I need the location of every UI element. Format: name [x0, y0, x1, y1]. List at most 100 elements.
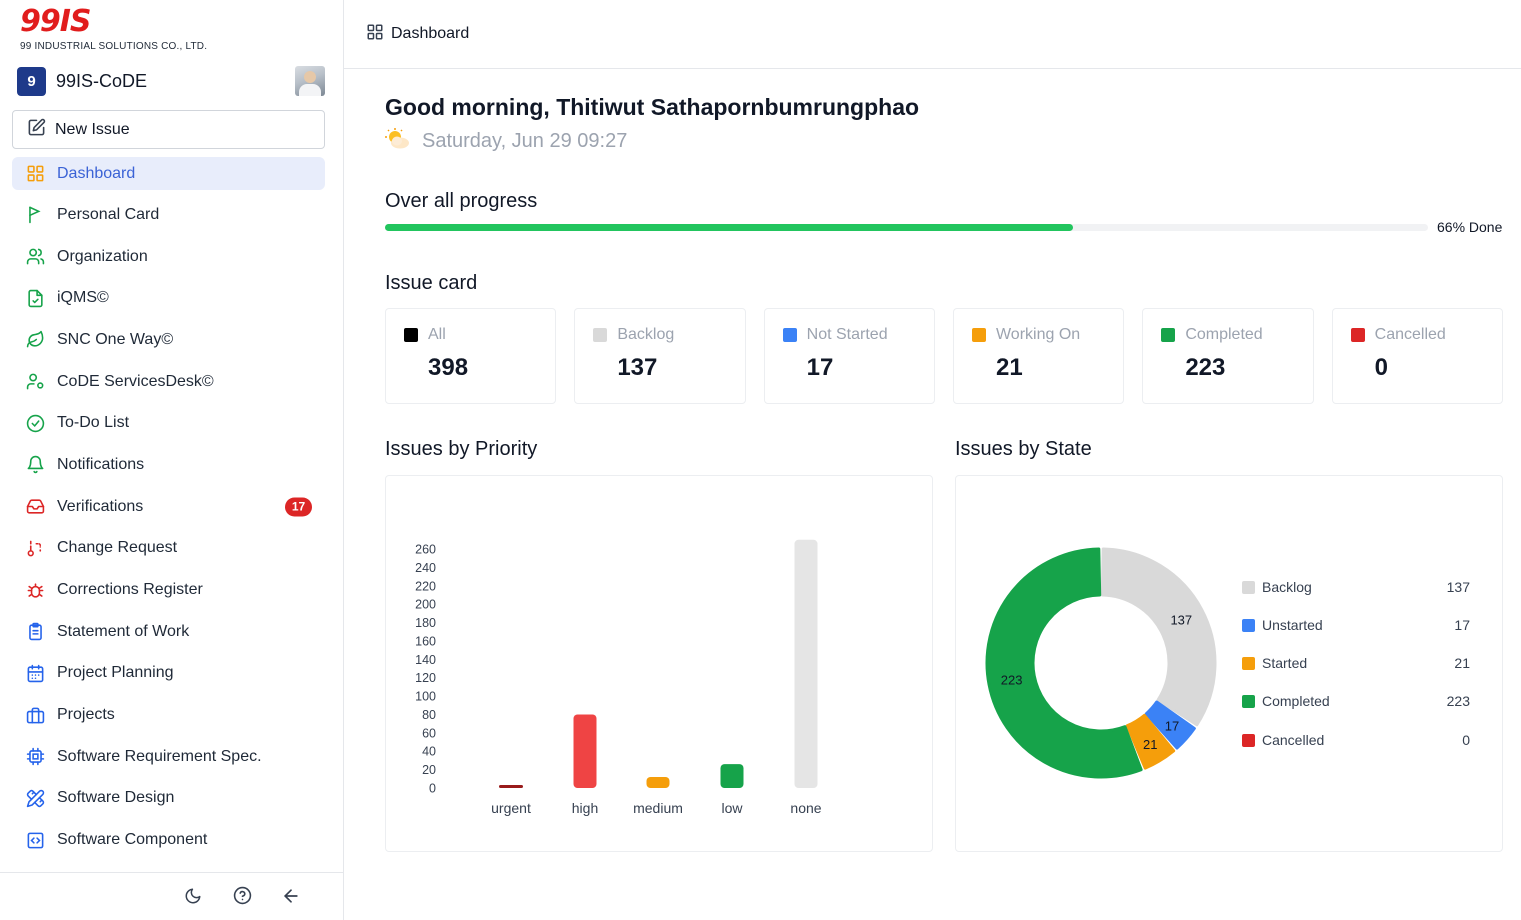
new-issue-button[interactable]: New Issue — [12, 110, 325, 149]
workspace-name: 99IS-CoDE — [56, 70, 148, 91]
sidebar-item-notifications[interactable]: Notifications — [12, 444, 325, 486]
card-count: 0 — [1374, 354, 1388, 381]
sidebar-footer — [0, 872, 343, 920]
legend-item-started[interactable]: Started 21 — [1242, 653, 1470, 673]
sidebar-item-projects[interactable]: Projects — [12, 694, 325, 736]
issue-card-cancelled[interactable]: Cancelled 0 — [1331, 308, 1503, 404]
grid-icon — [366, 23, 384, 46]
card-count: 398 — [428, 354, 469, 381]
card-header: Completed — [1161, 326, 1312, 344]
card-header: Cancelled — [1350, 326, 1502, 344]
progress-label: 66% Done — [1437, 219, 1503, 235]
sidebar-item-project-planning[interactable]: Project Planning — [12, 653, 325, 695]
card-header: Backlog — [593, 326, 744, 344]
legend-item-completed[interactable]: Completed 223 — [1242, 691, 1470, 711]
help-button[interactable] — [231, 886, 253, 909]
color-swatch — [1350, 328, 1365, 342]
card-header: All — [404, 326, 555, 344]
legend-label: Completed — [1262, 693, 1330, 709]
bell-icon — [24, 454, 46, 476]
moon-icon — [184, 887, 202, 910]
sidebar-item-snc-one-way[interactable]: SNC One Way© — [12, 319, 325, 361]
sidebar-item-iqms[interactable]: iQMS© — [12, 277, 325, 319]
card-count: 223 — [1185, 354, 1226, 381]
sidebar-item-change-request[interactable]: Change Request — [12, 528, 325, 570]
avatar[interactable] — [295, 66, 325, 96]
legend-label: Started — [1262, 655, 1308, 671]
sidebar-item-label: Organization — [57, 247, 148, 265]
card-count: 21 — [995, 354, 1023, 381]
card-label: All — [428, 326, 446, 343]
sidebar-item-label: Change Request — [57, 539, 178, 557]
file-check-icon — [24, 287, 46, 309]
legend-item-backlog[interactable]: Backlog 137 — [1242, 577, 1470, 597]
legend-value: 137 — [1446, 579, 1470, 595]
legend-swatch — [1242, 694, 1255, 708]
sidebar-item-corrections-register[interactable]: Corrections Register — [12, 569, 325, 611]
company-logo[interactable]: 99IS 99 INDUSTRIAL SOLUTIONS CO., LTD. — [20, 4, 207, 53]
top-bar: Dashboard — [344, 0, 1521, 69]
issue-card-not-started[interactable]: Not Started 17 — [763, 308, 935, 404]
card-header: Working On — [971, 326, 1123, 344]
sidebar-item-label: Corrections Register — [57, 581, 203, 599]
date-row: Saturday, Jun 29 09:27 — [385, 128, 627, 155]
state-chart-title: Issues by State — [955, 438, 1092, 460]
sidebar-item-software-component[interactable]: Software Component — [12, 819, 325, 861]
sidebar-item-label: CoDE ServicesDesk© — [57, 372, 214, 390]
pencil-ruler-icon — [24, 787, 46, 809]
new-issue-label: New Issue — [55, 120, 130, 138]
sidebar-item-software-requirement-spec[interactable]: Software Requirement Spec. — [12, 736, 325, 778]
users-icon — [24, 246, 46, 268]
sidebar-item-label: Notifications — [57, 455, 145, 473]
sidebar-item-code-servicesdesk[interactable]: CoDE ServicesDesk© — [12, 361, 325, 403]
card-label: Cancelled — [1374, 326, 1446, 343]
card-label: Backlog — [617, 326, 675, 343]
flag-icon — [24, 204, 46, 226]
calendar-icon — [24, 662, 46, 684]
issue-card-working-on[interactable]: Working On 21 — [952, 308, 1125, 404]
card-header: Not Started — [782, 326, 934, 344]
legend-label: Cancelled — [1262, 732, 1325, 748]
sidebar-nav: Dashboard Personal Card Organization iQMS© S… — [12, 157, 325, 861]
workspace-switcher[interactable]: 9 99IS-CoDE — [17, 66, 325, 96]
bug-icon — [24, 579, 46, 601]
cpu-icon — [24, 746, 46, 768]
sidebar-item-personal-card[interactable]: Personal Card — [12, 194, 325, 236]
color-swatch — [971, 328, 986, 342]
sidebar-item-software-design[interactable]: Software Design — [12, 778, 325, 820]
legend-item-unstarted[interactable]: Unstarted 17 — [1242, 615, 1470, 635]
issue-card-all[interactable]: All 398 — [385, 308, 557, 404]
color-swatch — [404, 328, 418, 342]
progress-bar — [385, 224, 1428, 231]
legend-swatch — [1242, 618, 1255, 632]
color-swatch — [782, 328, 797, 342]
workspace-badge: 9 — [17, 66, 46, 96]
legend-value: 223 — [1446, 693, 1470, 709]
legend-label: Unstarted — [1262, 617, 1323, 633]
weather-icon — [385, 128, 411, 155]
legend-swatch — [1242, 656, 1255, 670]
sidebar-item-label: iQMS© — [57, 289, 109, 307]
logo-mark: 99IS — [20, 4, 92, 39]
sidebar: 99IS 99 INDUSTRIAL SOLUTIONS CO., LTD. 9… — [0, 0, 344, 920]
legend-item-cancelled[interactable]: Cancelled 0 — [1242, 730, 1470, 750]
sidebar-item-dashboard[interactable]: Dashboard — [12, 157, 325, 190]
issue-card-completed[interactable]: Completed 223 — [1142, 308, 1314, 404]
theme-toggle-button[interactable] — [182, 887, 204, 909]
card-label: Completed — [1185, 326, 1263, 343]
sidebar-item-label: Statement of Work — [57, 622, 190, 640]
sidebar-item-organization[interactable]: Organization — [12, 236, 325, 278]
sidebar-item-to-do-list[interactable]: To-Do List — [12, 402, 325, 444]
issue-card-backlog[interactable]: Backlog 137 — [574, 308, 746, 404]
progress-title: Over all progress — [385, 190, 538, 212]
legend-value: 17 — [1454, 617, 1470, 633]
issue-cards: All 398 Backlog 137 Not Started 17 Working On 2… — [385, 308, 1503, 404]
legend-label: Backlog — [1262, 579, 1312, 595]
collapse-sidebar-button[interactable] — [280, 887, 302, 909]
sidebar-item-verifications[interactable]: Verifications 17 — [12, 486, 325, 528]
sidebar-item-label: Software Design — [57, 789, 175, 807]
sidebar-item-statement-of-work[interactable]: Statement of Work — [12, 611, 325, 653]
legend-value: 21 — [1454, 655, 1470, 671]
clipboard-list-icon — [24, 621, 46, 643]
legend-value: 0 — [1462, 732, 1470, 748]
